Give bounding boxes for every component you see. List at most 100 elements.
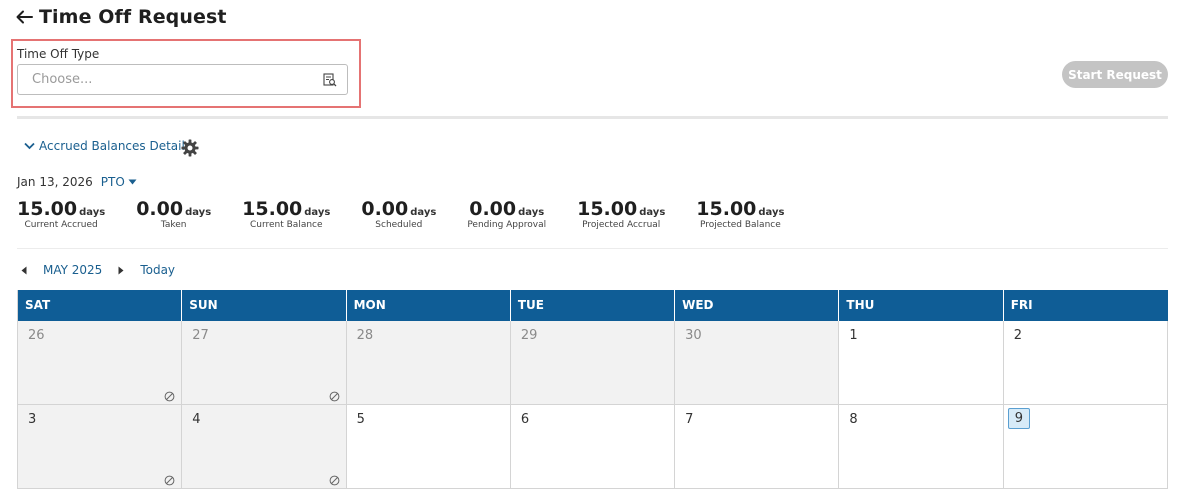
calendar-navigation: MAY 2025 Today (17, 262, 175, 278)
calendar-day-cell[interactable]: 30 (675, 321, 840, 404)
calendar-grid: SAT SUN MON TUE WED THU FRI 26 27 28 29 30 1 2 3 4 5 6 7 8… (17, 290, 1168, 489)
day-of-week-header: FRI (1004, 290, 1168, 321)
balance-metric: 15.00 days Current Balance (242, 198, 330, 230)
calendar-day-cell[interactable]: 6 (510, 405, 676, 488)
unavailable-icon (164, 471, 175, 486)
day-number: 8 (849, 412, 858, 427)
metric-value-row: 15.00 days (242, 198, 330, 220)
time-off-type-label: Time Off Type (17, 47, 100, 61)
metric-value: 15.00 (242, 198, 303, 220)
balance-type-dropdown[interactable]: PTO (101, 175, 137, 189)
balance-metrics: 15.00 days Current Accrued 0.00 days Taken 15.… (17, 198, 815, 230)
calendar-week-row: 3 4 5 6 7 8 9 (18, 405, 1168, 489)
page-title: Time Off Request (39, 6, 227, 28)
metric-value-row: 0.00 days (361, 198, 436, 220)
balance-metric: 0.00 days Scheduled (361, 198, 436, 230)
calendar-day-cell[interactable]: 4 (182, 405, 347, 488)
metric-value-row: 15.00 days (696, 198, 784, 220)
calendar-day-cell[interactable]: 5 (346, 405, 511, 488)
metric-label: Taken (160, 220, 187, 230)
accrued-balances-toggle[interactable]: Accrued Balances Details (24, 139, 191, 153)
calendar-day-cell[interactable]: 27 (182, 321, 347, 404)
metric-value-row: 0.00 days (469, 198, 544, 220)
metric-label: Pending Approval (467, 220, 547, 230)
balance-metric: 15.00 days Projected Balance (696, 198, 784, 230)
day-number: 28 (356, 328, 374, 343)
calendar-day-cell[interactable]: 28 (346, 321, 511, 404)
metric-unit: days (185, 207, 212, 218)
day-number: 29 (520, 328, 538, 343)
metric-value-row: 15.00 days (17, 198, 105, 220)
next-month-button[interactable] (114, 263, 128, 277)
calendar-day-cell[interactable]: 26 (18, 321, 183, 404)
day-number: 1 (849, 328, 858, 343)
calendar-day-cell[interactable]: 29 (510, 321, 676, 404)
section-divider (17, 248, 1168, 249)
day-number: 6 (520, 412, 530, 427)
day-of-week-header: SUN (182, 290, 347, 321)
day-of-week-header: MON (347, 290, 511, 321)
metric-unit: days (304, 207, 331, 218)
back-button[interactable] (16, 10, 33, 24)
day-of-week-header: SAT (18, 290, 183, 321)
month-label[interactable]: MAY 2025 (43, 263, 102, 277)
metric-unit: days (518, 207, 545, 218)
caret-right-icon (118, 266, 124, 274)
section-divider (17, 116, 1168, 119)
today-button[interactable]: Today (140, 263, 175, 277)
day-number: 4 (192, 412, 201, 427)
metric-unit: days (410, 207, 437, 218)
caret-down-icon (128, 179, 137, 185)
calendar-day-cell[interactable]: 3 (18, 405, 183, 488)
unavailable-icon (164, 387, 175, 402)
calendar-header: SAT SUN MON TUE WED THU FRI (18, 290, 1168, 321)
metric-label: Scheduled (375, 220, 423, 230)
calendar-day-cell[interactable]: 1 (839, 321, 1004, 404)
day-number: 30 (685, 328, 702, 343)
time-off-type-input[interactable] (30, 71, 321, 88)
metric-value: 15.00 (696, 198, 757, 220)
metric-unit: days (639, 207, 666, 218)
metric-label: Projected Balance (699, 220, 781, 230)
calendar-body: 26 27 28 29 30 1 2 3 4 5 6 7 8 9 (18, 321, 1168, 489)
start-request-button[interactable]: Start Request (1062, 61, 1168, 88)
day-number: 27 (192, 328, 209, 343)
balance-date: Jan 13, 2026 (17, 175, 93, 189)
day-of-week-header: THU (839, 290, 1004, 321)
balance-metric: 0.00 days Taken (136, 198, 211, 230)
metric-value: 0.00 (136, 198, 184, 220)
balances-header: Jan 13, 2026 PTO (17, 175, 137, 189)
prev-month-button[interactable] (17, 263, 31, 277)
calendar-day-cell[interactable]: 8 (839, 405, 1004, 488)
balance-metric: 15.00 days Projected Accrual (577, 198, 665, 230)
caret-left-icon (21, 266, 27, 274)
day-number: 2 (1013, 328, 1022, 343)
metric-label: Current Balance (249, 220, 323, 230)
page-header: Time Off Request (16, 4, 227, 30)
calendar-day-cell[interactable]: 7 (675, 405, 840, 488)
unavailable-icon (329, 387, 340, 402)
accrued-balances-label: Accrued Balances Details (39, 139, 192, 153)
metric-value: 15.00 (17, 198, 78, 220)
metric-value: 15.00 (577, 198, 638, 220)
calendar-week-row: 26 27 28 29 30 1 2 (18, 321, 1168, 405)
calendar-day-cell[interactable]: 2 (1003, 321, 1168, 404)
list-search-icon[interactable] (321, 71, 339, 89)
metric-unit: days (79, 207, 106, 218)
balance-type-label: PTO (100, 175, 125, 189)
day-of-week-header: TUE (511, 290, 676, 321)
metric-unit: days (758, 207, 785, 218)
metric-value: 0.00 (469, 198, 517, 220)
metric-value-row: 15.00 days (577, 198, 665, 220)
today-day-number: 9 (1007, 408, 1030, 429)
metric-label: Projected Accrual (582, 220, 661, 230)
metric-value: 0.00 (361, 198, 409, 220)
calendar-day-cell[interactable]: 9 (1003, 405, 1168, 488)
time-off-type-section: Time Off Type (11, 39, 361, 108)
time-off-type-field[interactable] (17, 64, 348, 95)
balance-metric: 15.00 days Current Accrued (17, 198, 105, 230)
balance-metric: 0.00 days Pending Approval (467, 198, 546, 230)
gear-icon[interactable] (180, 138, 200, 158)
day-number: 3 (28, 412, 37, 427)
chevron-down-icon (24, 142, 35, 150)
